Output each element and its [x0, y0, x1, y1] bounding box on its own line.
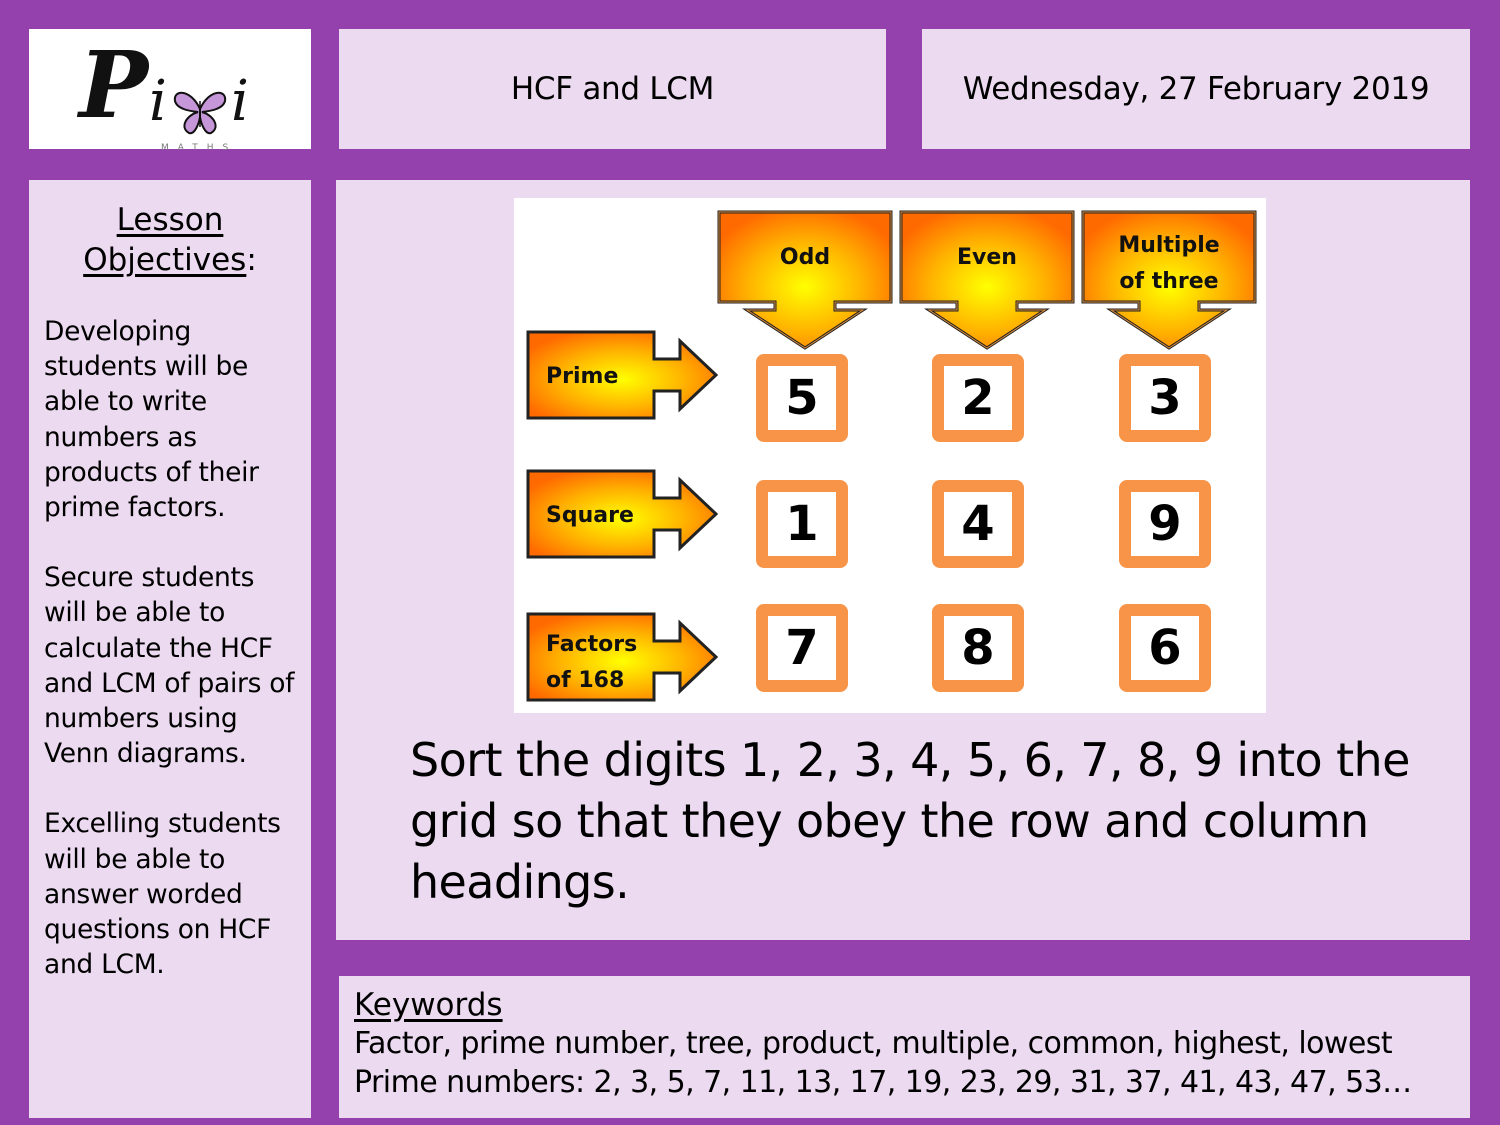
- grid-cell[interactable]: 2: [932, 354, 1024, 442]
- grid-cell[interactable]: 6: [1119, 604, 1211, 692]
- grid-cell-digit: 8: [944, 616, 1012, 680]
- grid-cell[interactable]: 4: [932, 480, 1024, 568]
- grid-cell[interactable]: 9: [1119, 480, 1211, 568]
- pixi-maths-logo: P i i MATHS: [79, 31, 269, 153]
- row-header-label: Square: [546, 503, 634, 528]
- logo-letter-i: i: [149, 69, 167, 134]
- digit-sort-puzzle: Odd Even Multiple of three Prime Square Facto…: [514, 198, 1266, 713]
- objectives-heading: Lesson Objectives:: [29, 200, 311, 280]
- objective-secure: Secure students will be able to calculat…: [44, 562, 295, 770]
- instruction-text: Sort the digits 1, 2, 3, 4, 5, 6, 7, 8, …: [410, 733, 1410, 909]
- keywords-panel: Keywords Factor, prime number, tree, pro…: [339, 976, 1470, 1118]
- grid-cell-digit: 2: [944, 366, 1012, 430]
- keywords-list: Factor, prime number, tree, product, mul…: [354, 1026, 1393, 1061]
- row-header-label: of 168: [546, 668, 624, 693]
- objectives-heading-line1: Lesson: [116, 202, 224, 238]
- grid-cell-digit: 5: [768, 366, 836, 430]
- grid-cell-digit: 3: [1131, 366, 1199, 430]
- grid-cell-digit: 4: [944, 492, 1012, 556]
- column-header-label: Odd: [780, 245, 830, 270]
- column-header-label: Even: [957, 245, 1017, 270]
- row-header-label: Prime: [546, 364, 618, 389]
- objectives-heading-line2: Objectives: [83, 242, 247, 278]
- objective-developing: Developing students will be able to writ…: [44, 316, 259, 524]
- grid-cell-digit: 7: [768, 616, 836, 680]
- objectives-panel: Lesson Objectives: Developing students w…: [29, 180, 311, 1118]
- column-header-arrow: [899, 210, 1075, 350]
- grid-cell[interactable]: 1: [756, 480, 848, 568]
- main-activity-panel: Odd Even Multiple of three Prime Square Facto…: [336, 180, 1470, 940]
- keywords-heading: Keywords: [354, 987, 503, 1023]
- objective-excelling: Excelling students will be able to answe…: [44, 808, 281, 981]
- column-header-label: Multiple: [1118, 233, 1219, 258]
- grid-cell[interactable]: 8: [932, 604, 1024, 692]
- objectives-list: Developing students will be able to writ…: [29, 314, 311, 982]
- grid-cell-digit: 1: [768, 492, 836, 556]
- row-header-label: Factors: [546, 632, 637, 657]
- objectives-heading-colon: :: [246, 242, 257, 278]
- grid-cell[interactable]: 7: [756, 604, 848, 692]
- lesson-title: HCF and LCM: [510, 71, 715, 107]
- date-panel: Wednesday, 27 February 2019: [922, 29, 1470, 149]
- grid-cell[interactable]: 3: [1119, 354, 1211, 442]
- prime-numbers-list: Prime numbers: 2, 3, 5, 7, 11, 13, 17, 1…: [354, 1065, 1412, 1100]
- logo-letter-p: P: [79, 31, 149, 139]
- butterfly-icon: [173, 91, 227, 135]
- logo-letter-i: i: [231, 69, 249, 134]
- logo-panel: P i i MATHS: [29, 29, 311, 153]
- grid-cell-digit: 9: [1131, 492, 1199, 556]
- grid-cell-digit: 6: [1131, 616, 1199, 680]
- grid-cell[interactable]: 5: [756, 354, 848, 442]
- column-header-label: of three: [1119, 269, 1218, 294]
- column-header-arrow: [717, 210, 893, 350]
- logo-subtitle: MATHS: [161, 143, 238, 153]
- lesson-title-panel: HCF and LCM: [339, 29, 886, 149]
- lesson-date: Wednesday, 27 February 2019: [962, 71, 1430, 107]
